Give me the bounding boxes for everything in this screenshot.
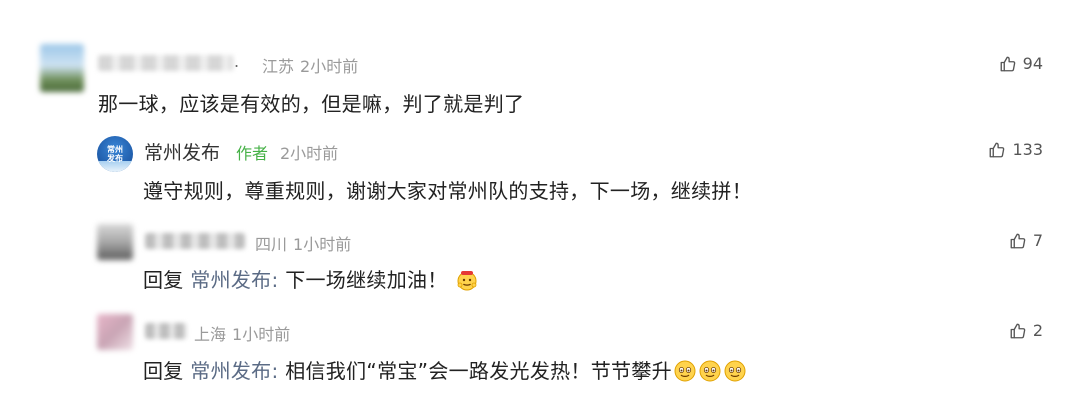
time-label: 2小时前 — [300, 57, 359, 76]
reply-target-link[interactable]: 常州发布: — [190, 268, 278, 292]
user-name-blurred[interactable] — [98, 55, 233, 71]
comment-meta: 上海 1小时前 — [194, 321, 290, 345]
location-label: 江苏 — [262, 57, 295, 76]
comment-section: . 江苏 2小时前 那一球，应该是有效的，但是嘛，判了就是判了 94 常州 发布 常… — [0, 0, 1080, 404]
like-count: 7 — [1032, 231, 1043, 250]
author-name[interactable]: 常州发布 — [144, 138, 220, 165]
reply-time: 2小时前 — [280, 144, 339, 163]
comment-meta: 四川 1小时前 — [255, 231, 351, 255]
user-avatar[interactable] — [40, 44, 84, 92]
reply-body: 下一场继续加油！ — [285, 268, 448, 292]
like-button[interactable]: 94 — [999, 54, 1043, 73]
reply-target-link[interactable]: 常州发布: — [190, 359, 278, 383]
user-name-tail: . — [234, 52, 240, 71]
like-button[interactable]: 2 — [1009, 321, 1043, 340]
like-count: 133 — [1012, 140, 1043, 159]
thumbs-up-icon — [1009, 322, 1027, 340]
reply-body: 相信我们“常宝”会一路发光发热！节节攀升 — [285, 359, 672, 383]
time-label: 1小时前 — [293, 235, 352, 254]
reply-prefix: 回复 — [143, 268, 184, 292]
reply-prefix: 回复 — [143, 359, 184, 383]
comment-text: 那一球，应该是有效的，但是嘛，判了就是判了 — [98, 92, 525, 116]
official-avatar[interactable]: 常州 发布 — [97, 136, 133, 172]
smiling-emoji-icon — [673, 359, 697, 383]
thumbs-up-icon — [1009, 232, 1027, 250]
user-name-blurred[interactable] — [145, 233, 245, 249]
reply-text: 遵守规则，尊重规则，谢谢大家对常州队的支持，下一场，继续拼！ — [143, 179, 752, 203]
thumbs-up-icon — [999, 55, 1017, 73]
user-name-blurred[interactable] — [145, 323, 187, 339]
location-label: 四川 — [255, 235, 288, 254]
user-avatar[interactable] — [97, 314, 133, 350]
comment-meta: 江苏 2小时前 — [262, 53, 358, 77]
thumbs-up-icon — [988, 141, 1006, 159]
user-avatar[interactable] — [97, 224, 133, 260]
like-count: 2 — [1032, 321, 1043, 340]
cheering-emoji-icon — [455, 268, 479, 292]
reply-text: 回复 常州发布: 相信我们“常宝”会一路发光发热！节节攀升 — [143, 355, 747, 384]
smiling-emoji-icon — [723, 359, 747, 383]
location-label: 上海 — [194, 325, 227, 344]
time-label: 1小时前 — [232, 325, 291, 344]
like-button[interactable]: 7 — [1009, 231, 1043, 250]
smiling-emoji-icon — [698, 359, 722, 383]
reply-text: 回复 常州发布: 下一场继续加油！ — [143, 264, 479, 293]
like-button[interactable]: 133 — [988, 140, 1043, 159]
like-count: 94 — [1022, 54, 1043, 73]
author-badge: 作者 — [236, 144, 269, 163]
